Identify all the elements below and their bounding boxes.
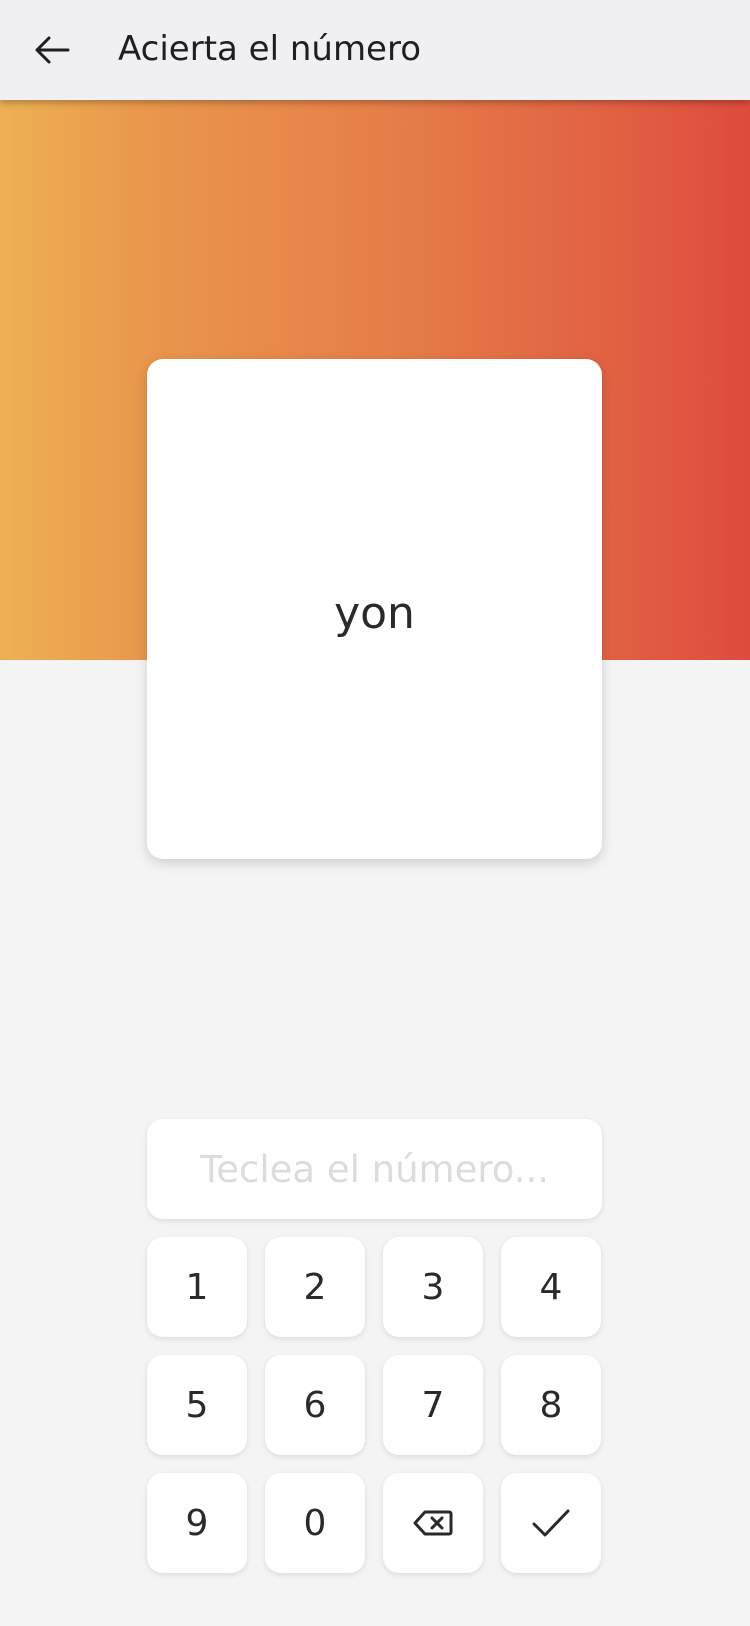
app-bar: Acierta el número: [0, 0, 750, 100]
keypad: 1 2 3 4 5 6 7 8 9 0: [147, 1237, 602, 1573]
key-3[interactable]: 3: [383, 1237, 483, 1337]
key-5[interactable]: 5: [147, 1355, 247, 1455]
key-0[interactable]: 0: [265, 1473, 365, 1573]
key-6[interactable]: 6: [265, 1355, 365, 1455]
number-word: yon: [334, 587, 415, 639]
key-1[interactable]: 1: [147, 1237, 247, 1337]
key-2[interactable]: 2: [265, 1237, 365, 1337]
key-8[interactable]: 8: [501, 1355, 601, 1455]
word-card: yon: [147, 359, 602, 859]
key-9[interactable]: 9: [147, 1473, 247, 1573]
arrow-left-icon: [35, 36, 70, 64]
number-input[interactable]: Teclea el número...: [147, 1119, 602, 1219]
number-input-placeholder: Teclea el número...: [199, 1147, 550, 1191]
back-button[interactable]: [20, 18, 84, 82]
backspace-icon: [413, 1510, 453, 1536]
check-icon: [532, 1509, 570, 1537]
backspace-button[interactable]: [383, 1473, 483, 1573]
key-7[interactable]: 7: [383, 1355, 483, 1455]
confirm-button[interactable]: [501, 1473, 601, 1573]
page-title: Acierta el número: [118, 29, 422, 69]
key-4[interactable]: 4: [501, 1237, 601, 1337]
